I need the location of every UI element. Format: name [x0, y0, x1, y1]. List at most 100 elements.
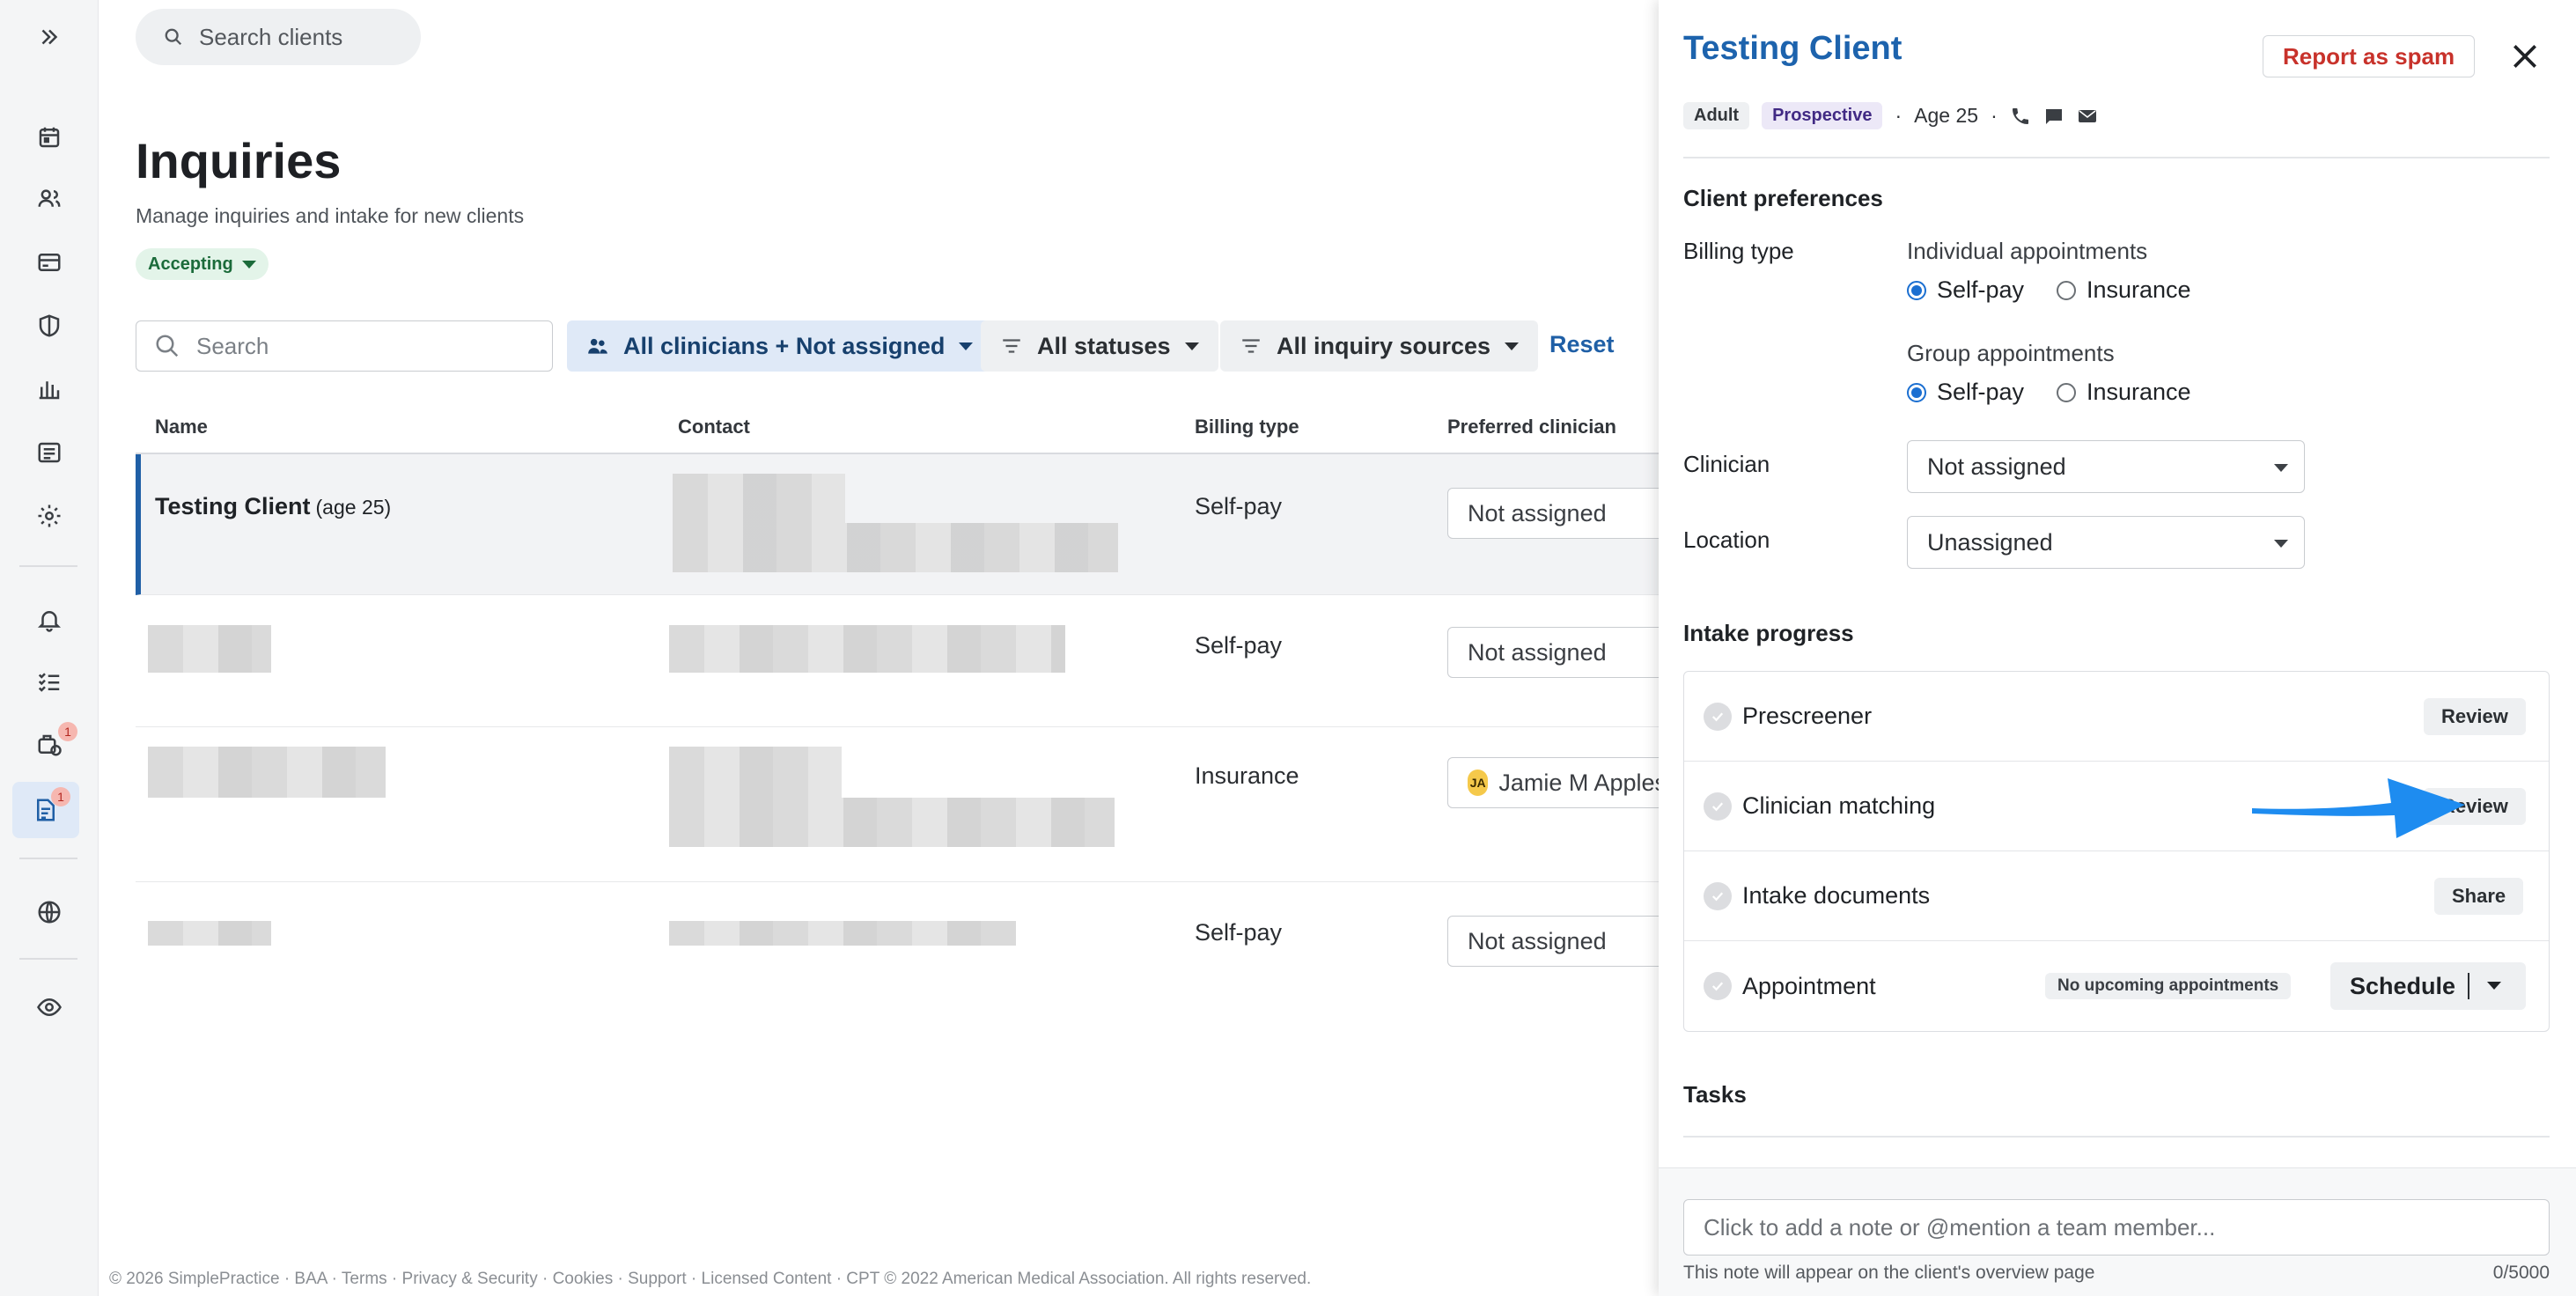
chevron-down-icon	[241, 260, 256, 269]
search-clients-input[interactable]: Search clients	[136, 9, 421, 65]
table-row[interactable]: Self-pay Not assigned	[136, 882, 1667, 988]
inquiry-search-input[interactable]: Search	[136, 320, 553, 372]
requests-badge: 1	[58, 722, 77, 741]
nav-tasks[interactable]	[0, 653, 99, 710]
nav-documents[interactable]	[0, 424, 99, 481]
message-icon[interactable]	[2043, 106, 2064, 127]
reset-filters-link[interactable]: Reset	[1549, 331, 1615, 358]
tasks-divider	[1683, 1136, 2550, 1138]
redacted-contact	[669, 798, 1115, 847]
preferred-clinician-select[interactable]: Not assigned	[1447, 488, 1667, 539]
client-meta-row: Adult Prospective · Age 25 ·	[1683, 102, 2098, 129]
nav-inquiries[interactable]: 1	[12, 782, 79, 838]
expand-icon	[41, 29, 58, 45]
inquiries-badge: 1	[51, 787, 70, 806]
redacted-contact	[669, 625, 1065, 673]
chevron-down-icon	[2274, 540, 2288, 548]
radio-unselected-icon	[2057, 280, 2076, 300]
client-age: (age 25)	[315, 496, 392, 519]
inquiry-sources-filter[interactable]: All inquiry sources	[1220, 320, 1539, 372]
preferred-clinician-select[interactable]: Not assigned	[1447, 916, 1667, 967]
step-label: Appointment	[1742, 972, 1876, 999]
location-select[interactable]: Unassigned	[1907, 516, 2305, 569]
clinicians-filter[interactable]: All clinicians + Not assigned	[567, 320, 993, 372]
client-preferences-title: Client preferences	[1683, 185, 1883, 211]
inquiry-search-placeholder: Search	[196, 332, 269, 359]
radio-label: Insurance	[2087, 379, 2191, 405]
settings-icon	[38, 504, 61, 527]
preferred-clinician-value: Not assigned	[1468, 638, 1607, 666]
rail-divider	[19, 858, 77, 859]
preferred-clinician-value: Not assigned	[1468, 927, 1607, 954]
clinician-select-value: Not assigned	[1927, 453, 2066, 480]
report-spam-button[interactable]: Report as spam	[2263, 35, 2476, 77]
nav-analytics[interactable]	[0, 361, 99, 417]
intake-step-prescreener: Prescreener Review	[1684, 672, 2549, 762]
email-icon[interactable]	[2077, 106, 2098, 127]
location-select-value: Unassigned	[1927, 528, 2053, 556]
clinician-select[interactable]: Not assigned	[1907, 440, 2305, 493]
panel-client-name[interactable]: Testing Client	[1683, 30, 1902, 68]
schedule-button-label[interactable]: Schedule	[2330, 973, 2455, 1000]
group-insurance-radio[interactable]: Insurance	[2057, 379, 2191, 406]
nav-website[interactable]	[0, 884, 99, 940]
nav-requests[interactable]: 1	[0, 717, 99, 773]
billing-type-label: Billing type	[1683, 238, 1794, 264]
radio-unselected-icon	[2057, 382, 2076, 402]
redacted-name	[148, 921, 271, 946]
nav-settings[interactable]	[0, 488, 99, 544]
statuses-filter-label: All statuses	[1037, 332, 1171, 359]
meta-separator: ·	[1895, 104, 1903, 127]
nav-notifications[interactable]	[0, 592, 99, 648]
column-header-contact: Contact	[678, 416, 750, 438]
nav-preview[interactable]	[0, 979, 99, 1035]
radio-selected-icon	[1907, 280, 1926, 300]
table-row[interactable]: Insurance JA Jamie M Apples	[136, 727, 1667, 882]
rail-divider	[19, 565, 77, 567]
search-clients-placeholder: Search clients	[199, 23, 343, 50]
intake-documents-share-button[interactable]: Share	[2434, 877, 2524, 915]
billing-icon	[38, 254, 61, 271]
note-input[interactable]: Click to add a note or @mention a team m…	[1683, 1199, 2550, 1256]
expand-sidebar-button[interactable]	[0, 9, 99, 65]
table-row[interactable]: Testing Client (age 25) Self-pay Not assi…	[136, 454, 1667, 595]
redacted-contact	[669, 921, 1016, 946]
close-icon[interactable]	[2507, 39, 2543, 74]
avatar: JA	[1468, 770, 1489, 796]
billing-type-cell: Self-pay	[1195, 493, 1283, 519]
statuses-filter[interactable]: All statuses	[981, 320, 1218, 372]
client-age: Age 25	[1914, 104, 1979, 127]
search-icon	[156, 335, 179, 357]
chevron-down-icon	[2274, 464, 2288, 472]
nav-insurance[interactable]	[0, 298, 99, 354]
individual-insurance-radio[interactable]: Insurance	[2057, 276, 2191, 304]
intake-progress-list: Prescreener Review Clinician matching Re…	[1683, 671, 2550, 1032]
prescreener-review-button[interactable]: Review	[2424, 697, 2526, 735]
redacted-contact	[673, 474, 845, 523]
redacted-name	[148, 625, 271, 673]
schedule-split-button[interactable]: Schedule	[2330, 962, 2526, 1010]
accepting-status-dropdown[interactable]: Accepting	[136, 248, 269, 280]
insurance-shield-icon	[39, 314, 60, 337]
group-self-pay-radio[interactable]: Self-pay	[1907, 379, 2024, 406]
chevron-down-icon[interactable]	[2487, 982, 2501, 990]
phone-icon[interactable]	[2010, 106, 2031, 127]
individual-self-pay-radio[interactable]: Self-pay	[1907, 276, 2024, 304]
eye-icon	[37, 998, 62, 1017]
clinician-group-icon	[588, 338, 607, 354]
nav-calendar[interactable]	[0, 109, 99, 166]
preferred-clinician-select[interactable]: JA Jamie M Apples	[1447, 757, 1667, 808]
step-label: Prescreener	[1742, 703, 1873, 729]
table-row[interactable]: Self-pay Not assigned	[136, 595, 1667, 727]
column-header-name: Name	[155, 416, 208, 438]
nav-billing[interactable]	[0, 234, 99, 291]
clients-icon	[38, 189, 61, 207]
redacted-contact	[673, 523, 1118, 572]
step-label: Intake documents	[1742, 882, 1931, 909]
nav-clients[interactable]	[0, 171, 99, 227]
page-title: Inquiries	[136, 133, 342, 188]
filter-icon	[1242, 339, 1260, 353]
search-icon	[165, 28, 182, 46]
tasks-icon	[38, 673, 60, 692]
preferred-clinician-select[interactable]: Not assigned	[1447, 627, 1667, 678]
